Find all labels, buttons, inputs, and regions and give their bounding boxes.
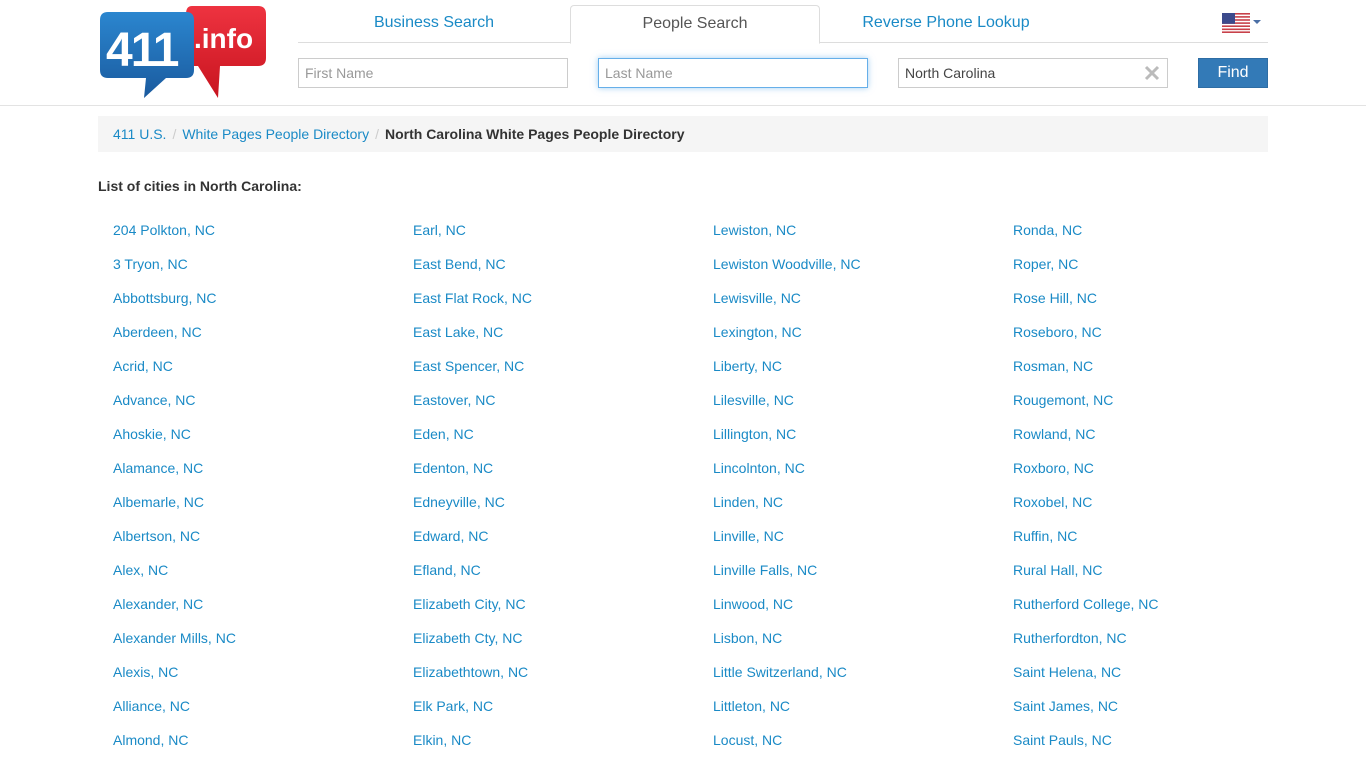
city-link[interactable]: East Lake, NC (413, 315, 698, 349)
city-link[interactable]: Roseboro, NC (1013, 315, 1298, 349)
city-link[interactable]: East Flat Rock, NC (413, 281, 698, 315)
city-link[interactable]: Elizabethtown, NC (413, 655, 698, 689)
city-link[interactable]: Linden, NC (713, 485, 998, 519)
city-link[interactable]: Linville Falls, NC (713, 553, 998, 587)
breadcrumb: 411 U.S. / White Pages People Directory … (98, 116, 1268, 152)
search-tabs: Business Search People Search Reverse Ph… (298, 5, 1268, 44)
city-link[interactable]: Rutherford College, NC (1013, 587, 1298, 621)
city-link[interactable]: Advance, NC (113, 383, 398, 417)
city-link[interactable]: Elizabeth City, NC (413, 587, 698, 621)
breadcrumb-current: North Carolina White Pages People Direct… (384, 126, 685, 142)
chevron-down-icon[interactable] (1253, 20, 1261, 24)
city-link[interactable]: Elizabeth Cty, NC (413, 621, 698, 655)
city-link[interactable]: Saint James, NC (1013, 689, 1298, 723)
first-name-input[interactable] (298, 58, 568, 88)
logo-text-info: .info (194, 23, 253, 54)
breadcrumb-separator: / (375, 126, 379, 142)
city-link[interactable]: Alliance, NC (113, 689, 398, 723)
city-link[interactable]: Albemarle, NC (113, 485, 398, 519)
city-link[interactable]: Lexington, NC (713, 315, 998, 349)
city-link[interactable]: East Bend, NC (413, 247, 698, 281)
city-link[interactable]: Elk Park, NC (413, 689, 698, 723)
city-link[interactable]: Linwood, NC (713, 587, 998, 621)
city-link[interactable]: Lewiston, NC (713, 213, 998, 247)
logo-text-411: 411 (106, 24, 179, 77)
city-link[interactable]: 204 Polkton, NC (113, 213, 398, 247)
city-link[interactable]: Abbottsburg, NC (113, 281, 398, 315)
city-link[interactable]: Edneyville, NC (413, 485, 698, 519)
city-link[interactable]: Locust, NC (713, 723, 998, 757)
city-link[interactable]: Earl, NC (413, 213, 698, 247)
city-link[interactable]: Ruffin, NC (1013, 519, 1298, 553)
city-link[interactable]: Almond, NC (113, 723, 398, 757)
breadcrumb-separator: / (172, 126, 177, 142)
city-link[interactable]: Saint Helena, NC (1013, 655, 1298, 689)
city-link[interactable]: Saint Pauls, NC (1013, 723, 1298, 757)
city-column: 204 Polkton, NC 3 Tryon, NC Abbottsburg, N… (98, 213, 398, 757)
last-name-input[interactable] (598, 58, 868, 88)
city-link[interactable]: Rougemont, NC (1013, 383, 1298, 417)
city-link[interactable]: Efland, NC (413, 553, 698, 587)
city-link[interactable]: Lillington, NC (713, 417, 998, 451)
tab-people-search[interactable]: People Search (570, 5, 820, 44)
city-link[interactable]: Edward, NC (413, 519, 698, 553)
city-link[interactable]: Alamance, NC (113, 451, 398, 485)
city-link[interactable]: Lewiston Woodville, NC (713, 247, 998, 281)
city-list: 204 Polkton, NC 3 Tryon, NC Abbottsburg, N… (98, 213, 1298, 757)
clear-icon[interactable] (1143, 64, 1161, 82)
city-link[interactable]: East Spencer, NC (413, 349, 698, 383)
city-link[interactable]: Lisbon, NC (713, 621, 998, 655)
logo-411-info[interactable]: 411 .info (100, 6, 268, 98)
breadcrumb-link-white-pages[interactable]: White Pages People Directory (182, 126, 369, 142)
city-link[interactable]: Ahoskie, NC (113, 417, 398, 451)
city-link[interactable]: Alexander Mills, NC (113, 621, 398, 655)
city-link[interactable]: 3 Tryon, NC (113, 247, 398, 281)
city-link[interactable]: Alexis, NC (113, 655, 398, 689)
city-list-title: List of cities in North Carolina: (98, 178, 302, 194)
city-link[interactable]: Alexander, NC (113, 587, 398, 621)
tab-business-search[interactable]: Business Search (298, 5, 570, 43)
city-link[interactable]: Rural Hall, NC (1013, 553, 1298, 587)
city-link[interactable]: Eastover, NC (413, 383, 698, 417)
city-link[interactable]: Albertson, NC (113, 519, 398, 553)
tab-reverse-phone-lookup[interactable]: Reverse Phone Lookup (820, 5, 1072, 43)
us-flag-icon[interactable] (1222, 13, 1250, 33)
city-link[interactable]: Lincolnton, NC (713, 451, 998, 485)
city-link[interactable]: Linville, NC (713, 519, 998, 553)
city-link[interactable]: Edenton, NC (413, 451, 698, 485)
city-link[interactable]: Ronda, NC (1013, 213, 1298, 247)
city-link[interactable]: Eden, NC (413, 417, 698, 451)
city-link[interactable]: Rowland, NC (1013, 417, 1298, 451)
city-column: Ronda, NC Roper, NC Rose Hill, NC Roseboro,… (998, 213, 1298, 757)
city-link[interactable]: Roper, NC (1013, 247, 1298, 281)
city-link[interactable]: Rutherfordton, NC (1013, 621, 1298, 655)
city-link[interactable]: Littleton, NC (713, 689, 998, 723)
city-link[interactable]: Little Switzerland, NC (713, 655, 998, 689)
city-link[interactable]: Aberdeen, NC (113, 315, 398, 349)
city-link[interactable]: Lilesville, NC (713, 383, 998, 417)
city-column: Lewiston, NC Lewiston Woodville, NC Lewisv… (698, 213, 998, 757)
city-link[interactable]: Liberty, NC (713, 349, 998, 383)
breadcrumb-link-411-us[interactable]: 411 U.S. (113, 126, 166, 142)
city-link[interactable]: Rose Hill, NC (1013, 281, 1298, 315)
city-link[interactable]: Roxboro, NC (1013, 451, 1298, 485)
city-link[interactable]: Alex, NC (113, 553, 398, 587)
city-link[interactable]: Lewisville, NC (713, 281, 998, 315)
state-input[interactable] (898, 58, 1168, 88)
city-link[interactable]: Elkin, NC (413, 723, 698, 757)
site-header: 411 .info Business Search People Search … (0, 0, 1366, 106)
find-button[interactable]: Find (1198, 58, 1268, 88)
city-column: Earl, NC East Bend, NC East Flat Rock, NC E… (398, 213, 698, 757)
city-link[interactable]: Rosman, NC (1013, 349, 1298, 383)
city-link[interactable]: Acrid, NC (113, 349, 398, 383)
city-link[interactable]: Roxobel, NC (1013, 485, 1298, 519)
